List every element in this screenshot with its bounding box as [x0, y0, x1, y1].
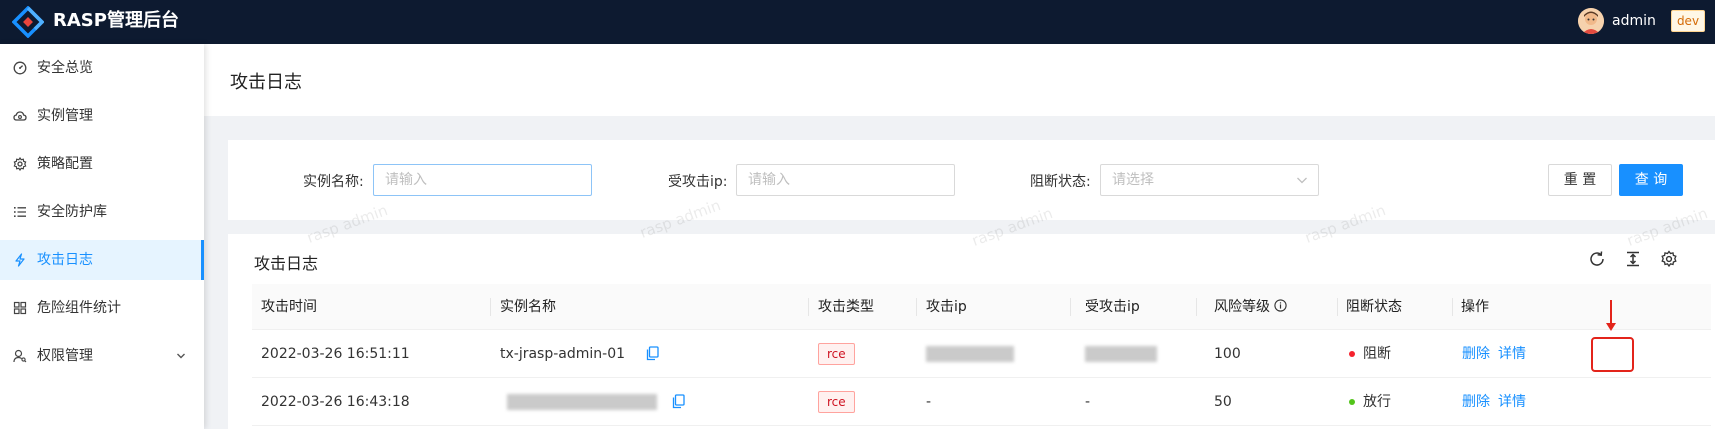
detail-link[interactable]: 详情 — [1498, 378, 1526, 426]
cloud-icon — [13, 111, 27, 121]
instance-name-input[interactable]: 请输入 — [373, 164, 592, 196]
column-divider — [808, 298, 809, 316]
col-attack-time: 攻击时间 — [261, 299, 317, 315]
user-key-icon — [13, 349, 27, 363]
cell-attack-time: 2022-03-26 16:43:18 — [261, 394, 410, 410]
page-header: 攻击日志 — [204, 44, 1715, 116]
user-avatar[interactable] — [1578, 8, 1604, 34]
reset-button[interactable]: 重 置 — [1548, 164, 1612, 196]
status-dot-blocked — [1349, 351, 1355, 357]
col-target-ip: 受攻击ip — [1085, 299, 1140, 315]
table-header: 攻击时间 实例名称 攻击类型 攻击ip 受攻击ip 风险等级 阻断状态 操作 — [252, 284, 1711, 330]
top-bar: RASP管理后台 admin dev — [0, 0, 1715, 44]
avatar-icon — [1578, 8, 1604, 34]
redacted-attack-ip — [926, 346, 1014, 362]
app-logo-icon[interactable] — [12, 6, 44, 38]
chevron-down-icon — [1297, 177, 1307, 184]
list-icon — [14, 207, 26, 217]
sidebar-item-permissions[interactable]: 权限管理 — [0, 336, 204, 376]
col-actions: 操作 — [1461, 299, 1489, 315]
target-ip-label: 受攻击ip: — [668, 174, 728, 190]
cell-target-ip: - — [1085, 394, 1091, 410]
density-icon[interactable] — [1624, 250, 1642, 268]
column-divider — [1452, 298, 1453, 316]
sidebar-item-policy[interactable]: 策略配置 — [0, 144, 204, 184]
sidebar: 安全总览 实例管理 策略配置 安全防护库 攻击日志 危险组件统计 权限管理 — [0, 44, 204, 429]
sidebar-item-label: 安全防护库 — [37, 204, 107, 220]
attack-log-table-card: 攻击日志 攻击时间 实例名称 攻击类型 攻击ip 受攻击ip 风险等级 阻断状态… — [228, 234, 1715, 429]
col-risk-level-label: 风险等级 — [1214, 299, 1270, 315]
sidebar-item-label: 实例管理 — [37, 108, 93, 124]
table-row: 2022-03-26 16:43:18 rce - - 50 放行 删除 详情 — [252, 378, 1711, 426]
sidebar-item-overview[interactable]: 安全总览 — [0, 48, 204, 88]
search-panel: 实例名称: 请输入 受攻击ip: 请输入 阻断状态: 请选择 重 置 查 询 — [228, 140, 1715, 220]
cell-risk-level: 100 — [1214, 346, 1241, 362]
annotation-highlight-box — [1591, 337, 1634, 372]
attack-type-tag: rce — [818, 343, 855, 365]
col-risk-level: 风险等级 — [1214, 284, 1287, 330]
column-divider — [1070, 298, 1071, 316]
cell-block-status: 放行 — [1363, 394, 1391, 410]
col-instance-name: 实例名称 — [500, 299, 556, 315]
col-attack-ip: 攻击ip — [926, 299, 967, 315]
sidebar-item-label: 策略配置 — [37, 156, 93, 172]
annotation-arrow-head — [1606, 323, 1616, 331]
col-attack-type: 攻击类型 — [818, 299, 874, 315]
username[interactable]: admin — [1612, 0, 1656, 42]
sidebar-item-risky-components[interactable]: 危险组件统计 — [0, 288, 204, 328]
block-status-label: 阻断状态: — [1030, 174, 1091, 190]
chevron-down-icon[interactable] — [176, 351, 186, 361]
env-tag: dev — [1671, 10, 1705, 32]
redacted-instance-name — [507, 394, 657, 410]
gear-icon — [13, 157, 27, 171]
column-divider — [916, 298, 917, 316]
grid-icon — [13, 301, 27, 315]
sidebar-item-label: 安全总览 — [37, 60, 93, 76]
column-divider — [1196, 298, 1197, 316]
refresh-icon[interactable] — [1588, 250, 1606, 268]
info-icon[interactable] — [1274, 299, 1287, 312]
block-status-select[interactable]: 请选择 — [1100, 164, 1319, 196]
copy-icon[interactable] — [646, 346, 659, 361]
delete-link[interactable]: 删除 — [1462, 330, 1490, 378]
table-row: 2022-03-26 16:51:11 tx-jrasp-admin-01 rc… — [252, 330, 1711, 378]
copy-icon[interactable] — [672, 394, 685, 409]
block-status-placeholder: 请选择 — [1112, 172, 1154, 188]
sidebar-item-instances[interactable]: 实例管理 — [0, 96, 204, 136]
detail-link[interactable]: 详情 — [1498, 330, 1526, 378]
sidebar-item-attack-log[interactable]: 攻击日志 — [0, 240, 204, 280]
sidebar-item-protection-library[interactable]: 安全防护库 — [0, 192, 204, 232]
column-divider — [490, 298, 491, 316]
dashboard-icon — [13, 61, 27, 75]
sidebar-item-label: 危险组件统计 — [37, 300, 121, 316]
annotation-arrow-line — [1610, 300, 1612, 324]
redacted-target-ip — [1085, 346, 1157, 362]
settings-icon[interactable] — [1660, 250, 1678, 268]
instance-name-label: 实例名称: — [303, 174, 364, 190]
cell-instance-name: tx-jrasp-admin-01 — [500, 346, 626, 362]
query-button[interactable]: 查 询 — [1619, 164, 1683, 196]
app-title: RASP管理后台 — [53, 10, 179, 31]
sidebar-item-label: 攻击日志 — [37, 252, 93, 268]
page-title: 攻击日志 — [230, 72, 302, 93]
delete-link[interactable]: 删除 — [1462, 378, 1490, 426]
sidebar-item-label: 权限管理 — [37, 348, 93, 364]
cell-block-status: 阻断 — [1363, 346, 1391, 362]
cell-attack-time: 2022-03-26 16:51:11 — [261, 346, 410, 362]
col-block-status: 阻断状态 — [1346, 299, 1402, 315]
cell-risk-level: 50 — [1214, 394, 1232, 410]
status-dot-allowed — [1349, 399, 1355, 405]
cell-attack-ip: - — [926, 394, 932, 410]
attack-type-tag: rce — [818, 391, 855, 413]
lightning-icon — [15, 253, 25, 267]
table-title: 攻击日志 — [254, 254, 319, 273]
target-ip-input[interactable]: 请输入 — [736, 164, 955, 196]
column-divider — [1337, 298, 1338, 316]
